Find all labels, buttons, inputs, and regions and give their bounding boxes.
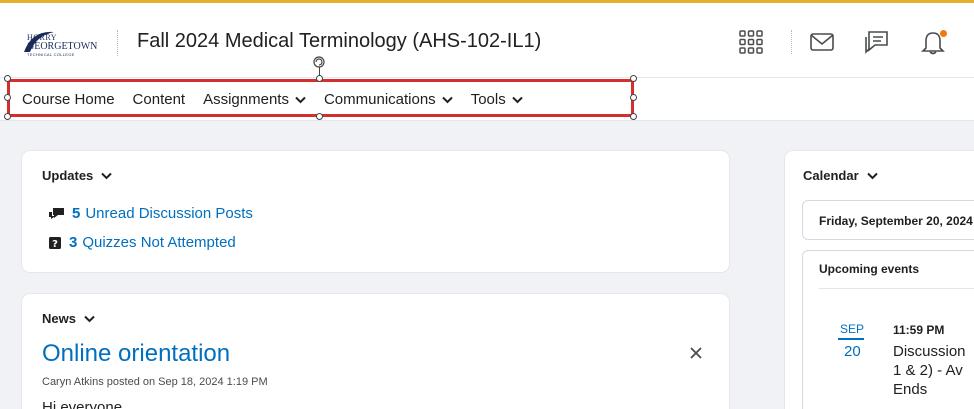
resize-handle[interactable] <box>630 113 637 120</box>
icons-divider <box>791 30 792 54</box>
calendar-header[interactable]: Calendar <box>803 168 878 183</box>
calendar-date: Friday, September 20, 2024 <box>819 214 973 228</box>
selection-box[interactable] <box>7 79 634 117</box>
discussions-icon[interactable] <box>863 28 891 56</box>
course-title[interactable]: Fall 2024 Medical Terminology (AHS-102-I… <box>137 30 541 53</box>
svg-text:?: ? <box>52 239 58 250</box>
unread-discussions-link[interactable]: 5 Unread Discussion Posts <box>48 205 253 222</box>
rotate-handle-icon[interactable] <box>312 55 326 69</box>
logo-line2: GEORGETOWN <box>27 41 98 52</box>
resize-handle[interactable] <box>630 75 637 82</box>
event-date-divider <box>838 338 864 340</box>
event-time: 11:59 PM <box>893 323 945 337</box>
news-item-meta: Caryn Atkins posted on Sep 18, 2024 1:19… <box>42 376 268 388</box>
resize-handle[interactable] <box>4 94 11 101</box>
discussion-icon <box>49 207 64 219</box>
event-month: SEP <box>840 322 865 336</box>
logo-line3: TECHNICAL COLLEGE <box>27 52 75 57</box>
news-item-body: Hi everyone, <box>42 399 127 409</box>
chevron-down-icon <box>866 172 878 179</box>
close-icon[interactable] <box>689 346 703 360</box>
chevron-down-icon <box>101 172 113 179</box>
resize-handle[interactable] <box>4 75 11 82</box>
chevron-down-icon <box>84 315 95 322</box>
resize-handle[interactable] <box>630 94 637 101</box>
header-divider <box>117 30 118 56</box>
upcoming-events-title: Upcoming events <box>819 262 920 276</box>
news-item-title[interactable]: Online orientation <box>42 340 230 368</box>
apps-grid-icon[interactable] <box>737 28 765 56</box>
updates-header[interactable]: Updates <box>42 168 113 183</box>
resize-handle[interactable] <box>316 113 323 120</box>
event-title-link[interactable]: Discussion 1 & 2) - Av Ends <box>893 342 973 399</box>
mail-icon[interactable] <box>808 28 836 56</box>
quizzes-not-attempted-link[interactable]: ? 3 Quizzes Not Attempted <box>48 234 236 251</box>
quiz-icon: ? <box>49 236 61 250</box>
resize-handle[interactable] <box>316 75 323 82</box>
resize-handle[interactable] <box>4 113 11 120</box>
divider <box>819 288 974 289</box>
notification-badge <box>939 29 948 38</box>
news-header[interactable]: News <box>42 311 95 326</box>
event-day: 20 <box>844 343 861 360</box>
